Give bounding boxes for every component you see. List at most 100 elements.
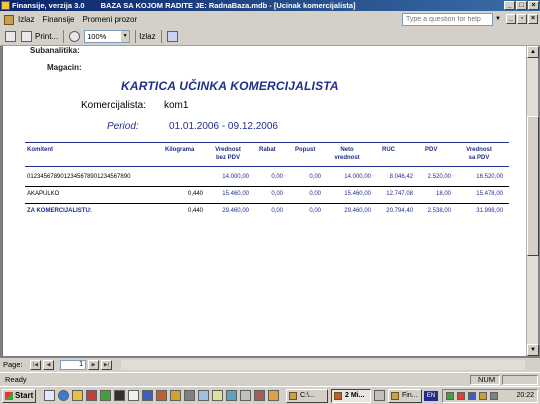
desktop-icon[interactable] <box>44 390 55 401</box>
table-row: 0123456789012345678901234567890 14.000,0… <box>25 170 509 186</box>
app-icon[interactable] <box>240 390 251 401</box>
doc-close-button[interactable]: × <box>528 14 538 24</box>
window-title: Finansije, verzija 3.0 <box>12 1 85 10</box>
cell-vrednost-sa-pdv: 16.520,00 <box>476 174 503 180</box>
folder-icon <box>289 392 297 400</box>
menu-finansije[interactable]: Finansije <box>38 11 78 28</box>
taskbar-item-finansije[interactable]: Fin... <box>388 389 422 403</box>
total-pdv: 2.538,00 <box>427 208 451 214</box>
prev-page-icon[interactable]: ◀ <box>43 360 54 370</box>
total-vrednost-sa-pdv: 31.998,00 <box>476 208 503 214</box>
language-indicator[interactable]: EN <box>424 391 438 401</box>
status-text: Ready <box>5 375 27 384</box>
start-label: Start <box>15 391 34 400</box>
media-icon[interactable] <box>86 390 97 401</box>
help-dropdown-icon[interactable]: ▼ <box>494 13 502 26</box>
app-icon[interactable] <box>254 390 265 401</box>
start-button[interactable]: Start <box>2 389 36 403</box>
tray-icon[interactable] <box>479 392 487 400</box>
database-label: BAZA SA KOJOM RADITE JE: RadnaBaza.mdb -… <box>100 1 356 10</box>
doc-restore-button[interactable]: ▫ <box>517 14 527 24</box>
page-number-input[interactable]: 1 <box>60 360 86 370</box>
print-icon[interactable] <box>21 31 32 42</box>
menu-izlaz[interactable]: Izlaz <box>14 11 38 28</box>
minimize-button[interactable]: _ <box>504 1 515 10</box>
scroll-thumb[interactable] <box>527 116 539 256</box>
app-icon[interactable] <box>1 1 10 10</box>
col-popust: Popust <box>295 147 316 153</box>
document-window-controls: _ ▫ × <box>506 14 538 24</box>
col-pdv: PDV <box>425 147 438 153</box>
close-report-button[interactable]: Izlaz <box>139 32 155 41</box>
col-kilograma: Kilograma <box>165 147 195 153</box>
next-page-icon[interactable]: ▶ <box>88 360 99 370</box>
view-icon[interactable] <box>5 31 16 42</box>
total-label: ZA KOMERCIJALISTU: <box>27 208 92 214</box>
app-icon[interactable] <box>212 390 223 401</box>
scroll-up-icon[interactable]: ▲ <box>527 46 539 58</box>
app-icon[interactable] <box>198 390 209 401</box>
vertical-scrollbar[interactable]: ▲ ▼ <box>526 46 539 356</box>
taskbar: Start C:\... 2 Mi... Fin... EN 20:22 <box>0 386 540 404</box>
cell-kilograma: 0,440 <box>187 191 203 197</box>
total-rabat: 0,00 <box>271 208 283 214</box>
access-icon <box>334 392 342 400</box>
col-neto-line1: Neto <box>340 147 354 153</box>
app-icon[interactable] <box>268 390 279 401</box>
first-page-icon[interactable]: |◀ <box>30 360 41 370</box>
taskbar-item-access[interactable]: 2 Mi... <box>331 389 371 403</box>
table-row: AKAPULKO 0,440 15.460,00 0,00 0,00 15.46… <box>25 187 509 203</box>
col-neto-line2: vrednost <box>334 155 360 161</box>
outlook-icon[interactable] <box>72 390 83 401</box>
window-controls: _ □ × <box>504 1 539 10</box>
task-label: Fin... <box>402 392 418 399</box>
speaker-icon[interactable] <box>490 392 498 400</box>
excel-icon[interactable] <box>100 390 111 401</box>
app-icon[interactable] <box>374 390 385 401</box>
menu-promeni-prozor[interactable]: Promeni prozor <box>78 11 141 28</box>
word-icon[interactable] <box>142 390 153 401</box>
total-row: ZA KOMERCIJALISTU: 0,440 29.460,00 0,00 … <box>25 204 509 220</box>
cell-pdv: 18,00 <box>435 191 451 197</box>
col-vrednost-bez-pdv-line1: Vrednost <box>215 147 241 153</box>
col-vrednost-bez-pdv-line2: bez PDV <box>215 155 240 161</box>
office-links-icon[interactable] <box>166 31 178 42</box>
col-rabat: Rabat <box>259 147 276 153</box>
cell-neto: 15.460,00 <box>344 191 371 197</box>
ie-icon[interactable] <box>58 390 69 401</box>
app-icon[interactable] <box>184 390 195 401</box>
col-komitent: Komitent <box>27 147 53 153</box>
app-icon[interactable] <box>226 390 237 401</box>
period-value: 01.01.2006 - 09.12.2006 <box>169 121 278 132</box>
access-icon[interactable] <box>156 390 167 401</box>
notepad-icon[interactable] <box>128 390 139 401</box>
zoom-select[interactable]: 100% ▼ <box>84 30 131 43</box>
screen: Finansije, verzija 3.0 BAZA SA KOJOM RAD… <box>0 0 540 404</box>
help-search-input[interactable] <box>402 13 493 26</box>
horizontal-scrollbar[interactable] <box>121 360 525 370</box>
maximize-button[interactable]: □ <box>516 1 527 10</box>
document-icon[interactable] <box>4 14 14 25</box>
zoom-icon[interactable] <box>69 31 81 42</box>
folder-icon[interactable] <box>170 390 181 401</box>
komercijalista-value: kom1 <box>164 100 189 111</box>
tray-icon[interactable] <box>468 392 476 400</box>
cell-popust: 0,00 <box>309 174 321 180</box>
last-page-icon[interactable]: ▶| <box>101 360 112 370</box>
status-panel <box>502 375 538 385</box>
chevron-down-icon[interactable]: ▼ <box>121 31 130 42</box>
doc-minimize-button[interactable]: _ <box>506 14 516 24</box>
status-bar: Ready NUM <box>0 372 540 386</box>
print-button[interactable]: Print... <box>35 32 58 41</box>
col-vrednost-sa-pdv-line2: sa PDV <box>468 155 490 161</box>
zoom-value: 100% <box>87 32 107 41</box>
tray-icon[interactable] <box>446 392 454 400</box>
tray-icon[interactable] <box>457 392 465 400</box>
scroll-down-icon[interactable]: ▼ <box>527 344 539 356</box>
cell-neto: 14.000,00 <box>344 174 371 180</box>
cmd-icon[interactable] <box>114 390 125 401</box>
col-vrednost-sa-pdv-line1: Vrednost <box>466 147 492 153</box>
taskbar-item-explorer[interactable]: C:\... <box>286 389 328 403</box>
clock[interactable]: 20:22 <box>516 390 534 402</box>
close-button[interactable]: × <box>528 1 539 10</box>
